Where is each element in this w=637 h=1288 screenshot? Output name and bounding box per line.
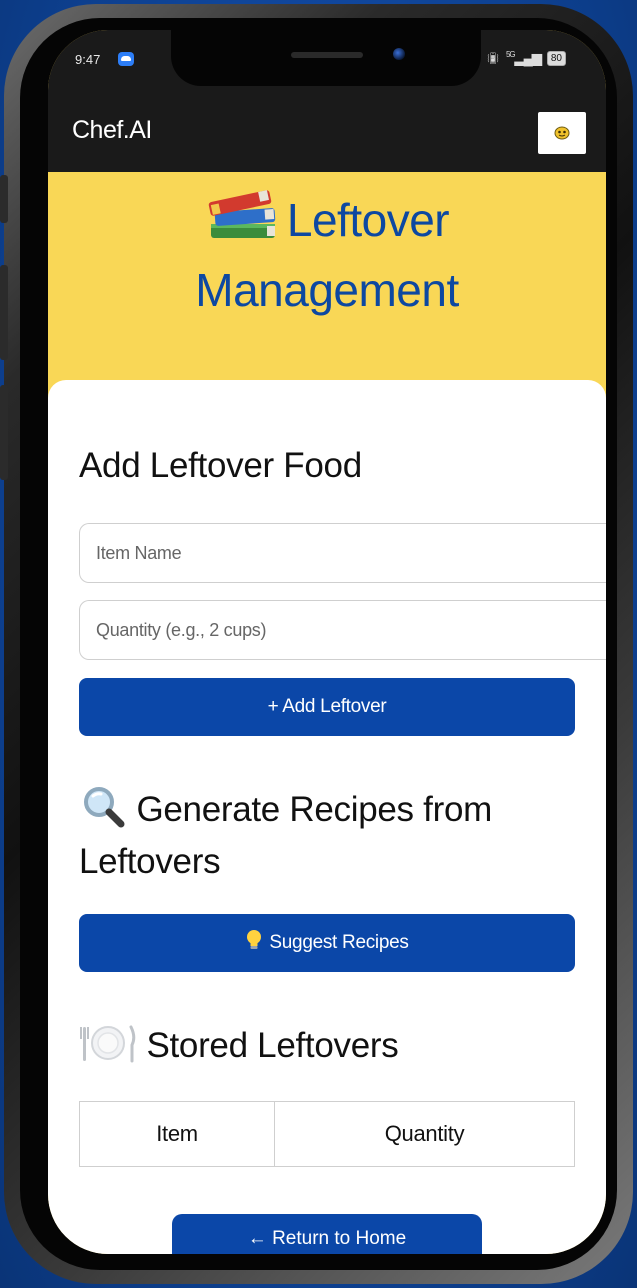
- suggest-recipes-button[interactable]: Suggest Recipes: [79, 914, 575, 972]
- item-name-input[interactable]: [79, 523, 606, 583]
- app-header: Chef.AI: [48, 90, 606, 172]
- add-section-title: Add Leftover Food: [79, 446, 362, 485]
- status-bar: 9:47 📳︎ 5G▂▄▆ 80: [48, 30, 606, 90]
- page-title: Leftover Management: [48, 186, 606, 322]
- title-line-2: Management: [195, 264, 459, 316]
- volume-up-button: [0, 265, 8, 360]
- front-camera: [393, 48, 405, 60]
- signal-icon: 5G▂▄▆: [505, 50, 542, 66]
- quantity-input[interactable]: [79, 600, 606, 660]
- add-leftover-label: + Add Leftover: [267, 696, 387, 717]
- column-header-quantity: Quantity: [274, 1101, 575, 1167]
- return-home-label: ← Return to Home: [247, 1228, 407, 1249]
- network-type: 5G: [505, 50, 516, 59]
- leftovers-table: Item Quantity: [79, 1101, 575, 1167]
- table-header-row: Item Quantity: [79, 1101, 575, 1167]
- status-time: 9:47: [75, 52, 101, 67]
- speaker-grille: [291, 52, 363, 58]
- volume-down-button: [0, 385, 8, 480]
- content-card: Add Leftover Food + Add Leftover Generat…: [48, 380, 606, 1254]
- stored-title-text: Stored Leftovers: [146, 1025, 399, 1065]
- stored-section-title: Stored Leftovers: [79, 1023, 399, 1072]
- generate-title-text: Generate Recipes from Leftovers: [79, 789, 492, 881]
- title-line-1: Leftover: [286, 194, 450, 246]
- app-brand[interactable]: Chef.AI: [72, 116, 152, 145]
- emoji-face-icon: [554, 126, 570, 140]
- status-indicators: 📳︎ 5G▂▄▆ 80: [486, 50, 566, 66]
- lightbulb-icon: [245, 929, 263, 957]
- battery-icon: 80: [546, 50, 566, 66]
- books-icon: [205, 186, 283, 258]
- generate-section-title: Generate Recipes from Leftovers: [79, 784, 579, 884]
- fork-knife-plate-icon: [79, 1023, 137, 1072]
- column-header-item: Item: [79, 1101, 275, 1167]
- notch: [171, 30, 481, 86]
- suggest-recipes-label: Suggest Recipes: [269, 932, 409, 953]
- add-leftover-button[interactable]: + Add Leftover: [79, 678, 575, 736]
- cloud-icon: [118, 52, 134, 66]
- vibrate-icon: 📳︎: [486, 52, 500, 65]
- mute-switch: [0, 175, 8, 223]
- phone-screen: 9:47 📳︎ 5G▂▄▆ 80 Chef.AI Leftover Manage…: [48, 30, 606, 1254]
- avatar-button[interactable]: [538, 112, 586, 154]
- magnifier-icon: [79, 784, 127, 839]
- return-home-button[interactable]: ← Return to Home: [172, 1214, 482, 1254]
- hero-banner: Leftover Management: [48, 172, 606, 387]
